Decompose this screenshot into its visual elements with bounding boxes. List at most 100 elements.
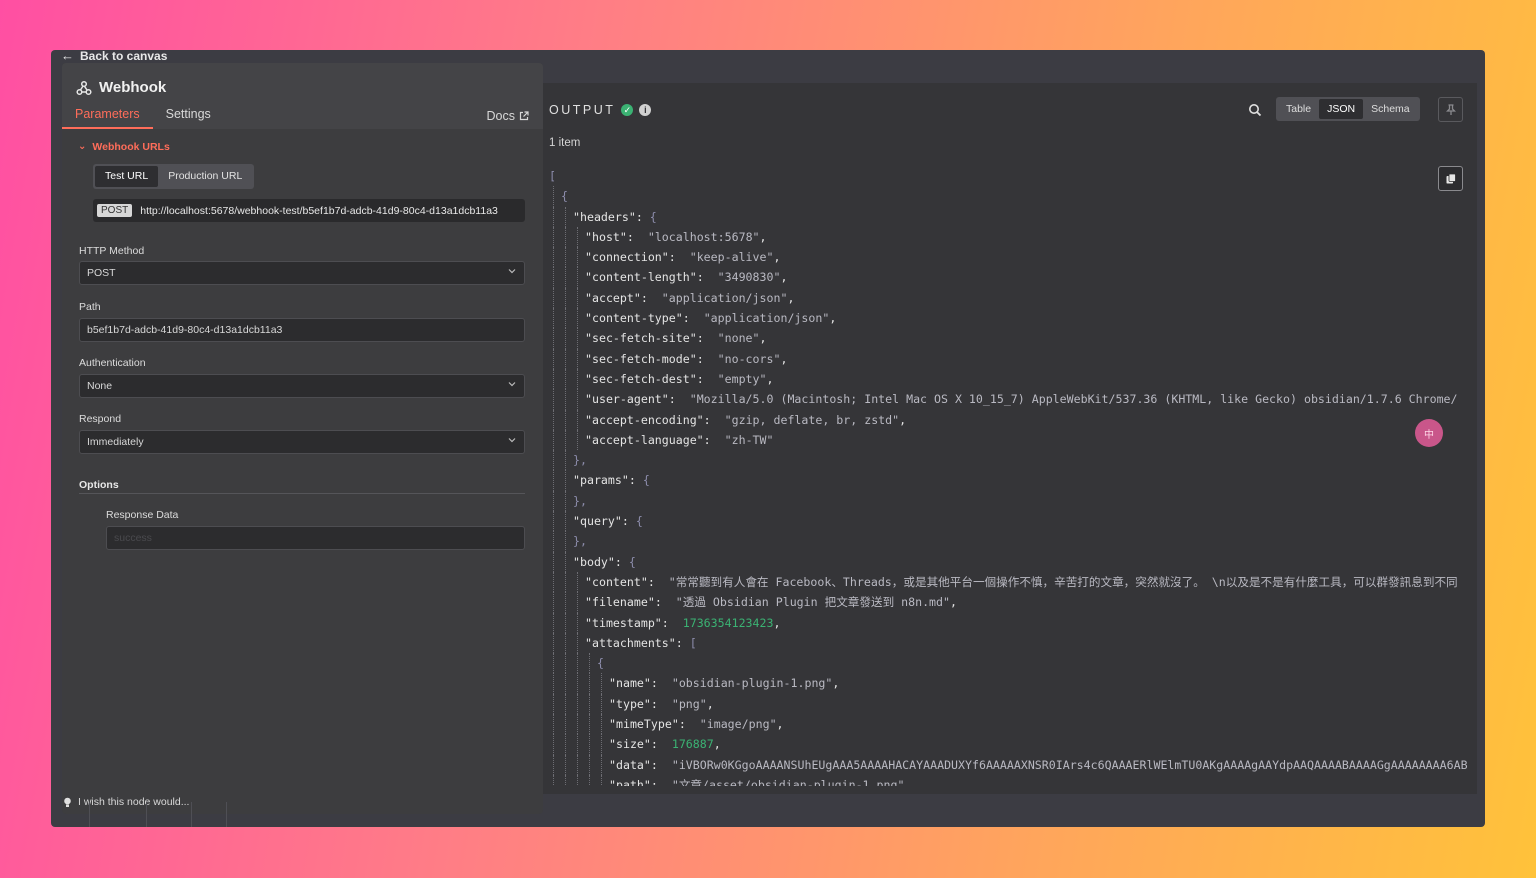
json-line: "sec-fetch-dest": "empty",: [549, 368, 1477, 390]
indent-guide: [565, 389, 566, 410]
indent-guide: [577, 774, 578, 786]
indent-guide: [565, 308, 566, 329]
json-line: "filename": "透過 Obsidian Plugin 把文章發送到 n…: [549, 592, 1477, 613]
indent-guide: [553, 226, 554, 248]
json-key: "filename": [585, 595, 655, 610]
json-punct: :: [696, 371, 718, 386]
response-data-input[interactable]: success: [106, 526, 525, 550]
indent-guide: [553, 511, 554, 532]
indent-guide: [577, 368, 578, 390]
json-punct: :: [621, 514, 636, 529]
path-input[interactable]: b5ef1b7d-adcb-41d9-80c4-d13a1dcb11a3: [79, 318, 525, 342]
json-value: "localhost:5678": [647, 229, 760, 244]
zoom-to-fit-button[interactable]: [89, 802, 109, 827]
respond-select[interactable]: Immediately: [79, 430, 525, 454]
authentication-value: None: [87, 380, 113, 392]
webhook-urls-toggle[interactable]: ⌄ Webhook URLs: [78, 141, 170, 154]
json-output-view[interactable]: [{"headers": {"host": "localhost:5678", "…: [549, 166, 1477, 786]
json-bracket: {: [628, 554, 636, 569]
indent-guide: [565, 632, 566, 654]
json-line: "timestamp": 1736354123423,: [549, 612, 1477, 633]
indent-guide: [577, 734, 578, 755]
node-header: Webhook Parameters Settings Docs: [62, 63, 543, 129]
indent-guide: [577, 571, 578, 593]
indent-guide: [565, 693, 566, 715]
production-url-tab[interactable]: Production URL: [158, 166, 252, 187]
parameters-panel: Webhook Parameters Settings Docs ⌄ Webho…: [62, 63, 543, 814]
back-to-canvas-link[interactable]: ← Back to canvas: [61, 50, 167, 63]
json-value: "zh-TW": [724, 432, 774, 447]
view-schema-tab[interactable]: Schema: [1363, 99, 1418, 119]
indent-guide: [577, 348, 578, 369]
json-bracket: [: [549, 169, 556, 183]
tab-settings[interactable]: Settings: [153, 101, 224, 129]
indent-guide: [553, 531, 554, 552]
json-key: "accept-language": [585, 432, 704, 447]
json-line: "mimeType": "image/png",: [549, 714, 1477, 735]
json-punct: ,: [832, 676, 840, 691]
json-value: "常常聽到有人會在 Facebook、Threads，或是其他平台一個操作不慎，…: [668, 574, 1458, 589]
indent-guide: [553, 551, 554, 572]
indent-guide: [553, 429, 554, 451]
view-json-tab[interactable]: JSON: [1319, 99, 1364, 119]
json-key: "data": [609, 757, 651, 772]
json-punct: :: [696, 270, 718, 285]
docs-label: Docs: [486, 109, 515, 123]
indent-guide: [553, 714, 554, 735]
pin-data-button[interactable]: [1438, 97, 1463, 122]
indent-guide: [589, 734, 590, 755]
json-bracket: },: [573, 453, 587, 468]
reset-zoom-button[interactable]: [226, 802, 246, 827]
json-punct: ,: [713, 737, 721, 752]
docs-link[interactable]: Docs: [487, 109, 529, 123]
indent-guide: [565, 450, 566, 471]
webhook-url-display[interactable]: POST http://localhost:5678/webhook-test/…: [93, 199, 525, 222]
json-value: "iVBORw0KGgoAAAANSUhEUgAAA5AAAAHACAYAAAD…: [671, 757, 1468, 772]
indent-guide: [553, 632, 554, 654]
node-details-window: ← Back to canvas Webhook Parameters Sett…: [51, 50, 1485, 827]
json-value: "3490830": [717, 270, 781, 285]
indent-guide: [577, 632, 578, 654]
test-url-tab[interactable]: Test URL: [95, 166, 159, 187]
output-view-switch: Table JSON Schema: [1276, 97, 1420, 121]
tab-parameters[interactable]: Parameters: [62, 101, 153, 129]
json-value: 176887: [671, 737, 714, 752]
json-value: "png": [671, 696, 707, 711]
json-bracket: },: [573, 493, 587, 508]
external-link-icon: [519, 111, 529, 121]
indent-guide: [577, 653, 578, 674]
zoom-out-button[interactable]: [191, 802, 211, 827]
zoom-in-button[interactable]: [146, 802, 166, 827]
indent-guide: [565, 247, 566, 268]
json-value: "none": [717, 331, 760, 346]
url-type-switch: Test URL Production URL: [93, 164, 255, 189]
json-value: "透過 Obsidian Plugin 把文章發送到 n8n.md": [675, 595, 950, 610]
info-icon[interactable]: i: [639, 104, 652, 116]
json-punct: ,: [776, 717, 784, 732]
view-table-tab[interactable]: Table: [1278, 99, 1319, 119]
indent-guide: [577, 693, 578, 715]
indent-guide: [553, 653, 554, 674]
json-value: "application/json": [661, 290, 788, 305]
json-punct: ,: [773, 250, 781, 265]
language-toggle-badge[interactable]: 中: [1415, 419, 1443, 447]
indent-guide: [601, 774, 602, 786]
json-punct: ,: [773, 615, 781, 630]
indent-guide: [577, 592, 578, 613]
search-icon[interactable]: [1248, 103, 1262, 117]
authentication-select[interactable]: None: [79, 374, 525, 398]
json-line: "path": "文章/asset/obsidian-plugin-1.png": [549, 774, 1477, 786]
indent-guide: [553, 308, 554, 329]
indent-guide: [577, 308, 578, 329]
indent-guide: [589, 754, 590, 775]
json-key: "sec-fetch-mode": [585, 351, 697, 366]
indent-guide: [601, 754, 602, 775]
json-line: "sec-fetch-site": "none",: [549, 328, 1477, 349]
back-to-canvas-label: Back to canvas: [80, 50, 168, 63]
json-key: "headers": [573, 209, 636, 224]
http-method-select[interactable]: POST: [79, 261, 525, 285]
json-line: "accept": "application/json",: [549, 287, 1477, 309]
indent-guide: [601, 693, 602, 715]
node-feedback-link[interactable]: I wish this node would...: [63, 796, 189, 808]
indent-guide: [601, 734, 602, 755]
